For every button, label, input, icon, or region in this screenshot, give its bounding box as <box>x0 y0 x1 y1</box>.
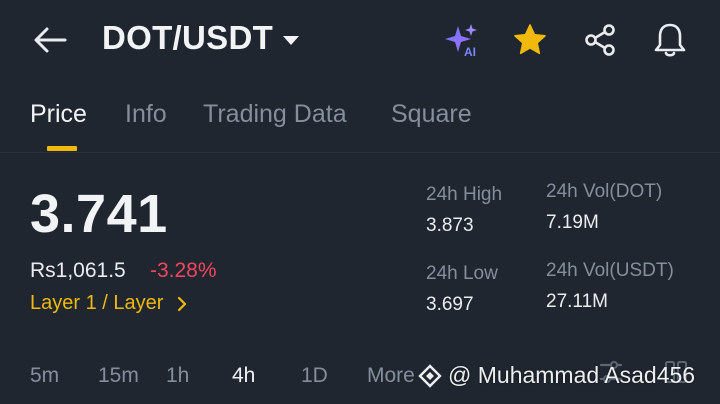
star-icon <box>514 24 546 55</box>
interval-4h[interactable]: 4h <box>232 364 255 388</box>
caret-down-icon <box>283 35 300 45</box>
favorite-button[interactable] <box>510 20 550 60</box>
interval-1d[interactable]: 1D <box>301 364 328 388</box>
share-icon <box>585 24 615 56</box>
high-label: 24h High <box>426 184 503 205</box>
pair-title: DOT/USDT <box>102 19 274 56</box>
vol-base-label: 24h Vol(DOT) <box>546 181 663 202</box>
alert-button[interactable] <box>650 20 690 60</box>
low-label: 24h Low <box>426 263 498 284</box>
share-button[interactable] <box>580 20 620 60</box>
price-change-percent: -3.28% <box>150 259 217 282</box>
tab-square[interactable]: Square <box>391 100 472 129</box>
tab-trading-data[interactable]: Trading Data <box>203 100 347 129</box>
interval-5m[interactable]: 5m <box>30 364 59 388</box>
diamond-logo-icon <box>418 363 442 388</box>
watermark: @ Muhammad Asad456 <box>418 362 695 389</box>
pair-selector[interactable]: DOT/USDT <box>102 19 300 57</box>
interval-15m[interactable]: 15m <box>98 364 139 388</box>
interval-more[interactable]: More <box>367 364 415 388</box>
high-value: 3.873 <box>426 215 474 236</box>
chevron-right-icon <box>178 296 187 311</box>
ai-button[interactable]: AI <box>442 20 482 60</box>
category-label: Layer 1 / Layer <box>30 292 164 314</box>
tab-info[interactable]: Info <box>125 100 167 129</box>
watermark-text: @ Muhammad Asad456 <box>448 362 696 388</box>
interval-1h[interactable]: 1h <box>166 364 189 388</box>
back-arrow-icon <box>34 27 67 53</box>
vol-base-value: 7.19M <box>546 212 599 233</box>
bell-icon <box>654 23 686 57</box>
active-tab-indicator <box>47 146 77 151</box>
vol-quote-label: 24h Vol(USDT) <box>546 260 674 281</box>
last-price: 3.741 <box>30 184 168 244</box>
ai-sparkle-icon: AI <box>445 24 477 59</box>
svg-text:AI: AI <box>464 45 476 59</box>
back-button[interactable] <box>30 22 70 58</box>
category-link[interactable]: Layer 1 / Layer <box>30 292 187 315</box>
tab-price[interactable]: Price <box>30 100 87 129</box>
local-currency-price: Rs1,061.5 <box>30 259 126 282</box>
vol-quote-value: 27.11M <box>546 291 608 312</box>
tabs-divider <box>0 152 720 153</box>
low-value: 3.697 <box>426 294 474 315</box>
